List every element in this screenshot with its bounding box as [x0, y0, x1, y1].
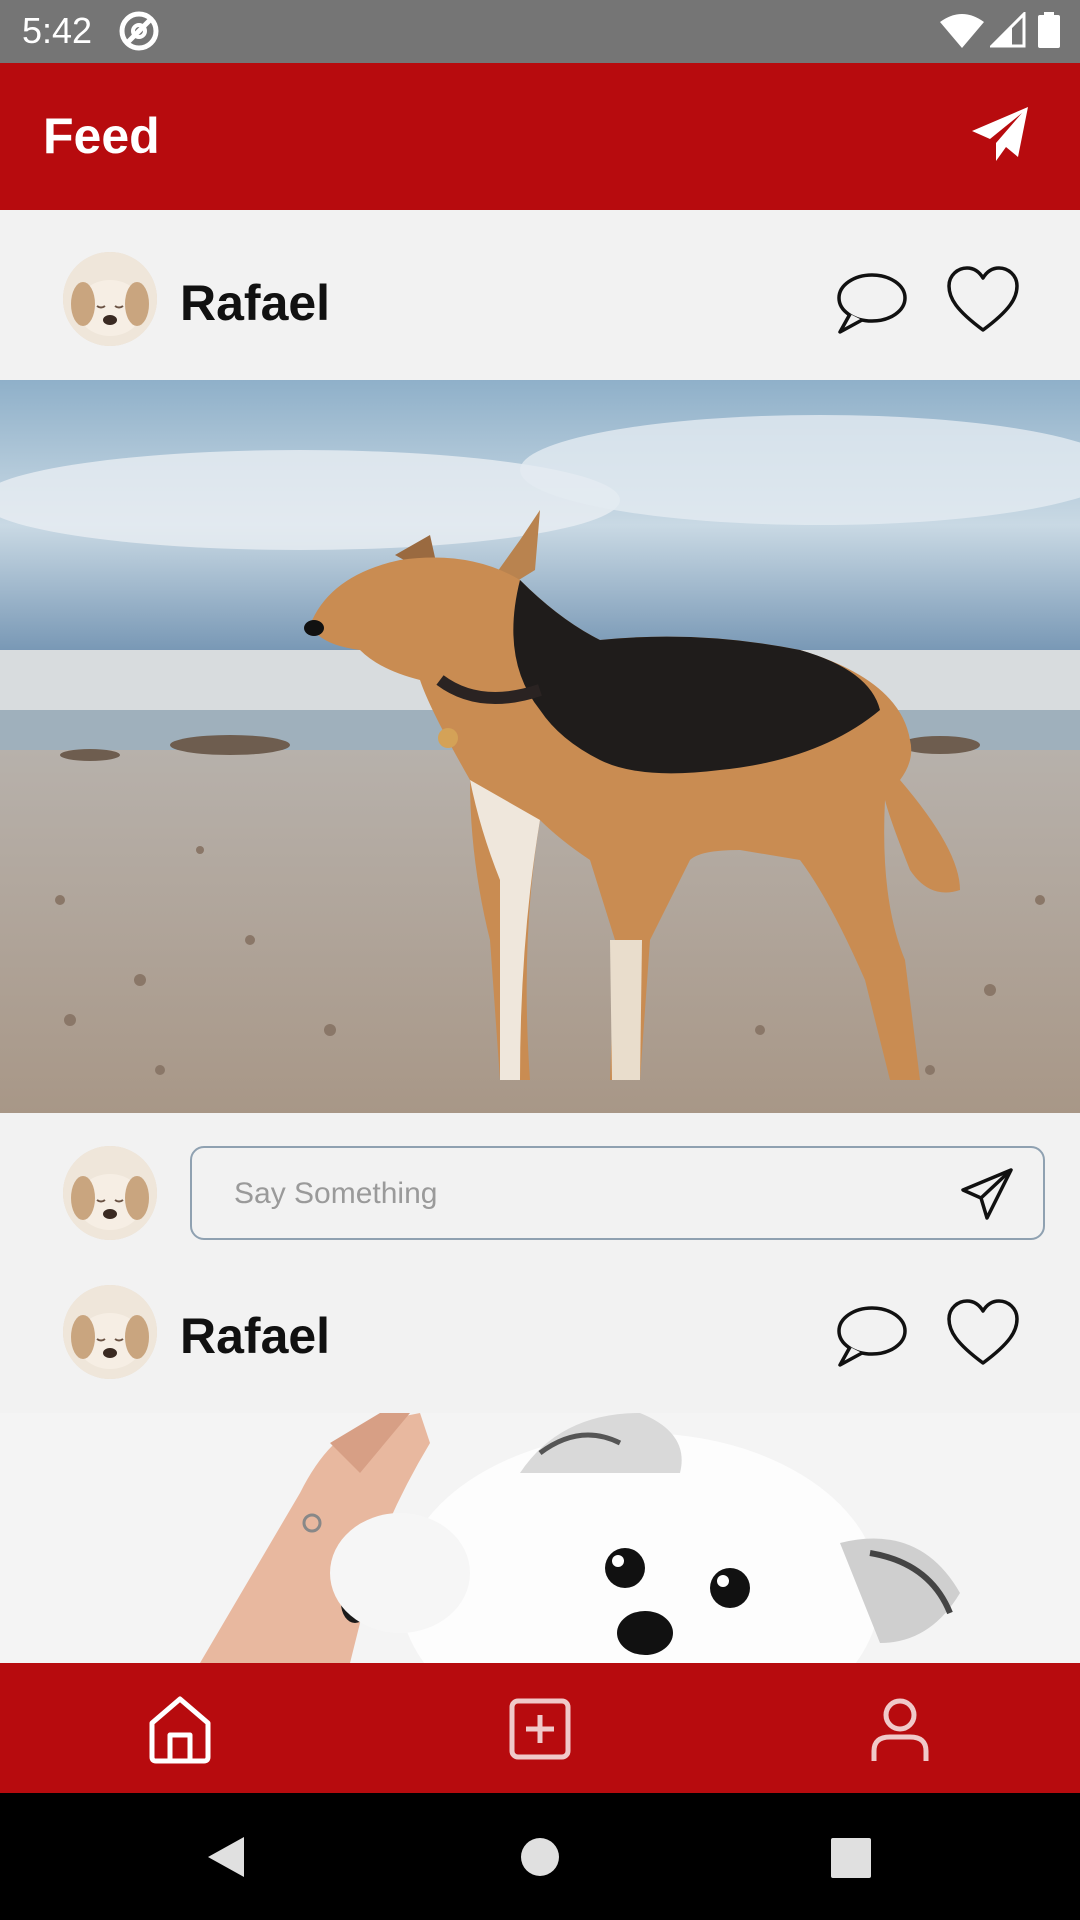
post-username[interactable]: Rafael [180, 1307, 330, 1365]
home-circle-icon[interactable] [520, 1837, 560, 1877]
bottom-nav [0, 1663, 1080, 1793]
send-icon[interactable] [959, 1166, 1015, 1222]
no-disturb-icon [119, 11, 159, 51]
avatar[interactable] [63, 1285, 157, 1379]
comment-icon[interactable] [834, 1301, 908, 1371]
avatar [63, 1146, 157, 1240]
puppy-avatar-image [63, 252, 157, 346]
dog-on-beach-photo [0, 380, 1080, 1113]
app-bar: Feed [0, 63, 1080, 210]
comment-input[interactable] [232, 1170, 936, 1218]
profile-icon[interactable] [864, 1693, 936, 1765]
recents-icon[interactable] [831, 1838, 871, 1878]
status-bar: 5:42 [0, 0, 1080, 63]
post-photo[interactable] [0, 380, 1080, 1113]
avatar[interactable] [63, 252, 157, 346]
wifi-icon [940, 14, 984, 48]
add-post-icon[interactable] [504, 1693, 576, 1765]
post-photo[interactable] [0, 1413, 1080, 1663]
cellular-signal-icon [990, 12, 1026, 48]
page-title: Feed [43, 108, 160, 164]
white-dog-high-five-photo [0, 1413, 1080, 1663]
post-header: Rafael [0, 210, 1080, 380]
post-username[interactable]: Rafael [180, 274, 330, 332]
puppy-avatar-image [63, 1285, 157, 1379]
battery-icon [1038, 12, 1060, 48]
home-icon[interactable] [144, 1693, 216, 1765]
comment-icon[interactable] [834, 268, 908, 338]
back-icon[interactable] [206, 1835, 246, 1879]
heart-icon[interactable] [946, 266, 1020, 336]
heart-icon[interactable] [946, 1299, 1020, 1369]
puppy-avatar-image [63, 1146, 157, 1240]
comment-input-box[interactable] [190, 1146, 1045, 1240]
comment-row [0, 1112, 1080, 1252]
system-nav-bar [0, 1793, 1080, 1920]
post-header: Rafael [0, 1243, 1080, 1413]
paper-plane-icon[interactable] [970, 105, 1030, 165]
status-time: 5:42 [22, 10, 93, 51]
